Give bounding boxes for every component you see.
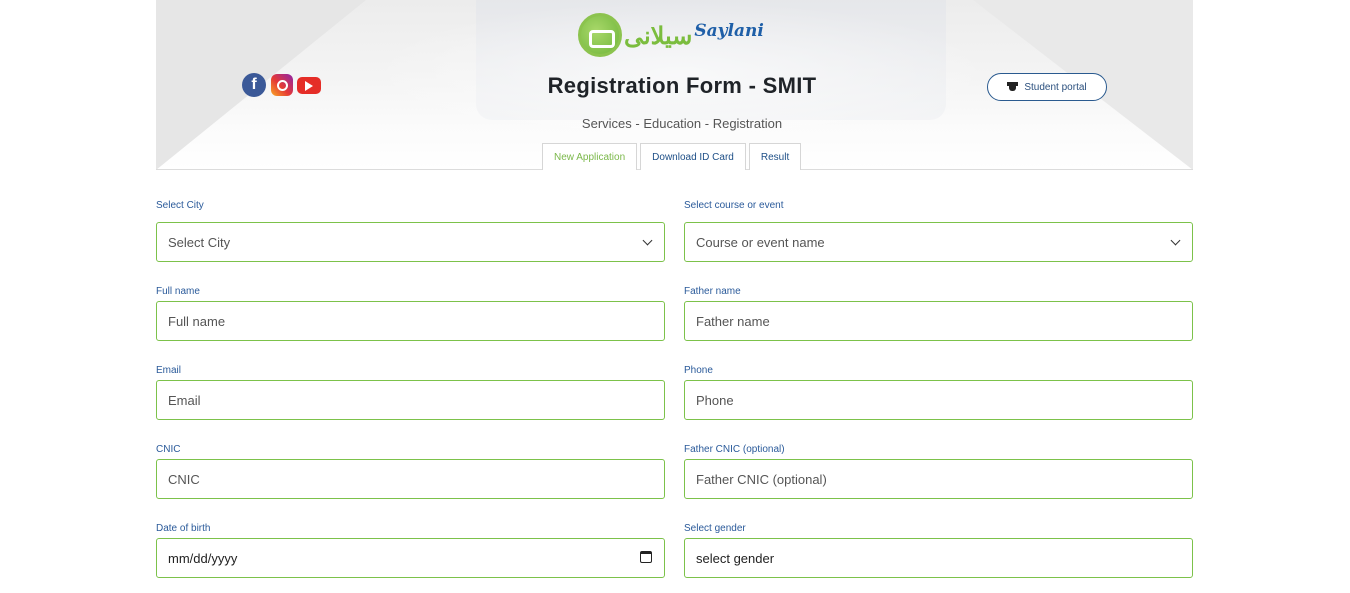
tab-download-id-card[interactable]: Download ID Card	[640, 143, 746, 170]
phone-placeholder: Phone	[696, 392, 734, 408]
instagram-ring	[276, 79, 288, 91]
gender-select-value: select gender	[696, 550, 775, 566]
father-cnic-field: Father CNIC (optional) Father CNIC (opti…	[684, 444, 1193, 499]
cnic-placeholder: CNIC	[168, 471, 200, 487]
full-name-placeholder: Full name	[168, 313, 226, 329]
page-title: Registration Form - SMIT	[547, 73, 817, 98]
calendar-icon[interactable]	[640, 551, 652, 563]
dob-placeholder: mm/dd/yyyy	[168, 550, 238, 566]
course-select[interactable]: Course or event name	[684, 222, 1193, 262]
city-select-value: Select City	[168, 234, 231, 250]
city-label: Select City	[156, 200, 204, 211]
chevron-down-icon	[642, 235, 653, 246]
dob-label: Date of birth	[156, 523, 211, 534]
facebook-icon[interactable]: f	[242, 73, 266, 97]
email-input[interactable]: Email	[156, 380, 665, 420]
course-label: Select course or event	[684, 200, 784, 211]
email-label: Email	[156, 365, 182, 376]
tab-result[interactable]: Result	[748, 143, 802, 170]
saylani-logo[interactable]: سیلانی Saylani	[578, 10, 768, 60]
student-portal-label: Student portal	[1024, 81, 1087, 93]
father-name-label: Father name	[684, 286, 741, 297]
cnic-field: CNIC CNIC	[156, 444, 665, 499]
dob-field: Date of birth mm/dd/yyyy	[156, 523, 665, 578]
tab-bar: New Application Download ID Card Result	[542, 143, 804, 170]
phone-input[interactable]: Phone	[684, 380, 1193, 420]
email-field: Email Email	[156, 365, 665, 420]
full-name-label: Full name	[156, 286, 200, 297]
logo-emblem-icon	[578, 13, 622, 57]
youtube-icon[interactable]	[297, 77, 321, 94]
instagram-icon[interactable]	[271, 74, 293, 96]
father-cnic-label: Father CNIC (optional)	[684, 444, 785, 455]
page-subtitle: Services - Education - Registration	[581, 116, 783, 131]
city-field: Select City Select City	[156, 200, 665, 262]
gender-select[interactable]: select gender	[684, 538, 1193, 578]
tab-new-application[interactable]: New Application	[542, 143, 638, 170]
phone-label: Phone	[684, 365, 713, 376]
father-cnic-placeholder: Father CNIC (optional)	[696, 471, 827, 487]
student-portal-button[interactable]: Student portal	[987, 73, 1107, 101]
email-placeholder: Email	[168, 392, 201, 408]
logo-latin-text: Saylani	[694, 21, 764, 41]
logo-urdu-text: سیلانی	[624, 20, 693, 50]
father-name-placeholder: Father name	[696, 313, 770, 329]
course-field: Select course or event Course or event n…	[684, 200, 1193, 262]
gender-label: Select gender	[684, 523, 746, 534]
course-select-value: Course or event name	[696, 234, 825, 250]
phone-field: Phone Phone	[684, 365, 1193, 420]
chevron-down-icon	[1170, 235, 1181, 246]
youtube-play	[305, 80, 313, 91]
full-name-field: Full name Full name	[156, 286, 665, 341]
city-select[interactable]: Select City	[156, 222, 665, 262]
father-cnic-input[interactable]: Father CNIC (optional)	[684, 459, 1193, 499]
graduation-cap-icon	[1007, 82, 1019, 92]
cnic-label: CNIC	[156, 444, 181, 455]
father-name-field: Father name Father name	[684, 286, 1193, 341]
cnic-input[interactable]: CNIC	[156, 459, 665, 499]
dob-input[interactable]: mm/dd/yyyy	[156, 538, 665, 578]
gender-field: Select gender select gender	[684, 523, 1193, 578]
full-name-input[interactable]: Full name	[156, 301, 665, 341]
father-name-input[interactable]: Father name	[684, 301, 1193, 341]
